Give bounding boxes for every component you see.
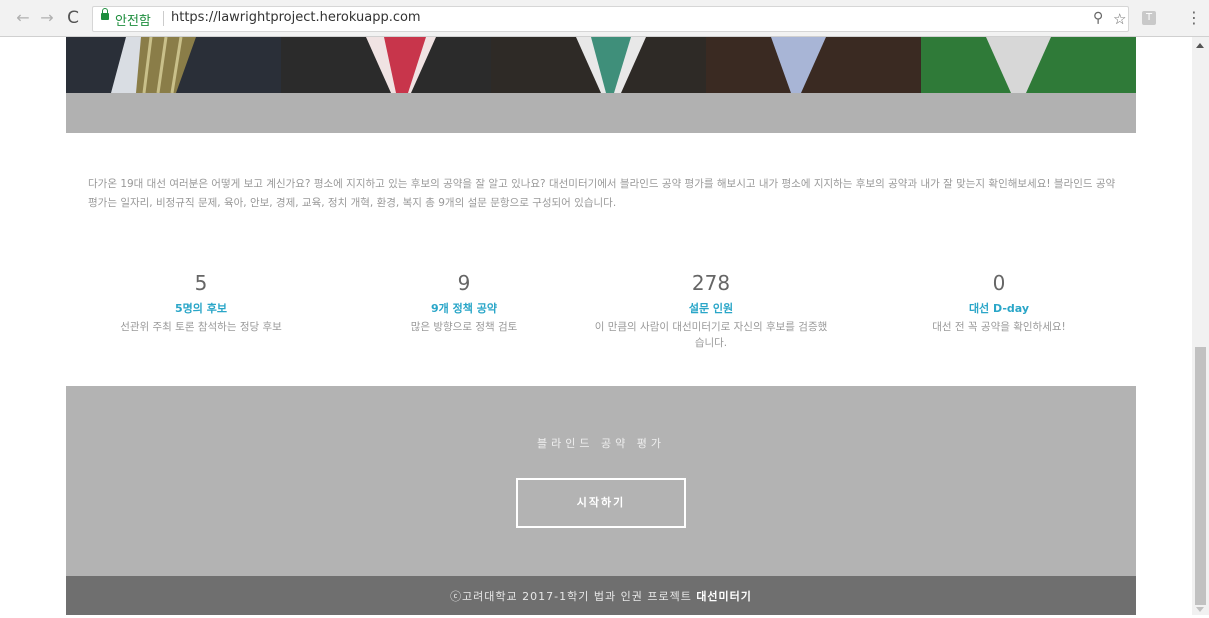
extension-icon[interactable]: T <box>1142 11 1156 25</box>
address-bar[interactable]: 안전함 https://lawrightproject.herokuapp.co… <box>92 6 1129 32</box>
browser-toolbar: ← → C 안전함 https://lawrightproject.heroku… <box>0 0 1209 37</box>
url-text[interactable]: https://lawrightproject.herokuapp.com <box>171 10 421 25</box>
start-button[interactable]: 시작하기 <box>516 478 686 528</box>
stat-number: 9 <box>457 271 471 295</box>
stat-description: 많은 방향으로 정책 검토 <box>410 321 518 333</box>
menu-icon[interactable]: ⋮ <box>1186 8 1202 27</box>
back-arrow-icon[interactable]: ← <box>14 9 32 27</box>
stat-title: 대선 D-day <box>968 302 1030 315</box>
stat-policies: 9 9개 정책 공약 많은 방향으로 정책 검토 <box>344 270 584 335</box>
star-icon[interactable]: ☆ <box>1113 10 1126 28</box>
forward-arrow-icon[interactable]: → <box>38 9 56 27</box>
stat-number: 5 <box>194 271 208 295</box>
scroll-up-arrow[interactable] <box>1196 43 1204 48</box>
page-content: 다가온 19대 대선 여러분은 어떻게 보고 계신가요? 평소에 지지하고 있는… <box>66 37 1136 615</box>
stat-description: 대선 전 꼭 공약을 확인하세요! <box>932 321 1066 333</box>
zoom-icon[interactable]: ⚲ <box>1093 10 1103 26</box>
stat-title: 9개 정책 공약 <box>431 302 497 315</box>
address-separator <box>163 11 164 26</box>
secure-label: 안전함 <box>115 14 151 29</box>
footer: ⓒ고려대학교 2017-1학기 법과 인권 프로젝트 대선미터기 <box>66 576 1136 615</box>
footer-brand: 대선미터기 <box>696 590 752 603</box>
section-title: 블라인드 공약 평가 <box>537 437 665 450</box>
stat-number: 0 <box>992 271 1006 295</box>
stat-number: 278 <box>691 271 731 295</box>
stat-title: 5명의 후보 <box>175 302 227 315</box>
blind-evaluation-section: 블라인드 공약 평가 시작하기 <box>66 386 1136 576</box>
hero-grey-band <box>66 93 1136 133</box>
scroll-thumb[interactable] <box>1195 347 1206 605</box>
stat-title: 설문 인원 <box>688 302 734 315</box>
stat-candidates: 5 5명의 후보 선관위 주최 토론 참석하는 정당 후보 <box>81 270 321 335</box>
hero-suits-graphic <box>66 37 1136 93</box>
hero-image <box>66 37 1136 93</box>
stat-dday: 0 대선 D-day 대선 전 꼭 공약을 확인하세요! <box>879 270 1119 335</box>
intro-text: 다가온 19대 대선 여러분은 어떻게 보고 계신가요? 평소에 지지하고 있는… <box>88 178 1116 209</box>
stat-description: 이 만큼의 사람이 대선미터기로 자신의 후보를 검증했습니다. <box>594 321 828 349</box>
lock-icon <box>101 8 109 20</box>
footer-copyright: ⓒ고려대학교 2017-1학기 법과 인권 프로젝트 <box>450 590 697 603</box>
scroll-down-arrow[interactable] <box>1196 607 1204 612</box>
scrollbar[interactable] <box>1192 37 1209 615</box>
stat-description: 선관위 주최 토론 참석하는 정당 후보 <box>120 321 282 333</box>
reload-icon[interactable]: C <box>64 9 82 27</box>
stat-respondents: 278 설문 인원 이 만큼의 사람이 대선미터기로 자신의 후보를 검증했습니… <box>591 270 831 351</box>
